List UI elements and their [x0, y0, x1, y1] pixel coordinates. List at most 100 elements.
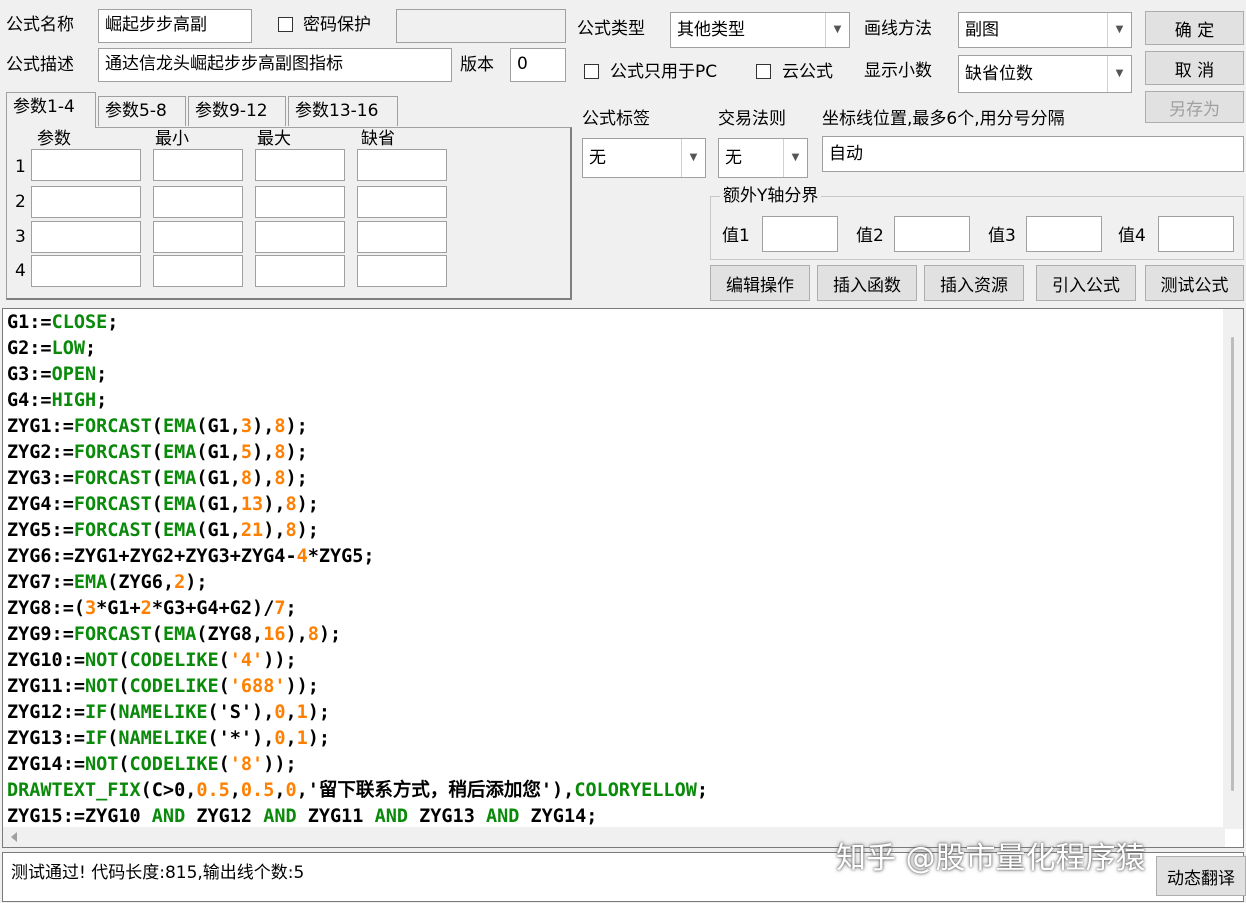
formula-tag-select[interactable]: 无 ▼ — [582, 138, 706, 178]
code-line[interactable]: G3:=OPEN; — [7, 362, 1225, 388]
dynamic-translate-button[interactable]: 动态翻译 — [1156, 856, 1246, 896]
param-1-min-input[interactable] — [153, 149, 243, 181]
formula-name-input[interactable]: 崛起步步高副 — [98, 9, 252, 43]
param-3-min-input[interactable] — [153, 221, 243, 253]
trade-rule-label: 交易法则 — [718, 109, 786, 129]
code-line[interactable]: ZYG9:=FORCAST(EMA(ZYG8,16),8); — [7, 622, 1225, 648]
code-line[interactable]: ZYG8:=(3*G1+2*G3+G4+G2)/7; — [7, 596, 1225, 622]
vertical-scrollbar[interactable] — [1223, 309, 1243, 829]
param-header-max: 最大 — [257, 129, 291, 149]
param-panel: 参数 最小 最大 缺省 1 2 3 4 — [6, 127, 572, 300]
version-input[interactable]: 0 — [510, 48, 566, 82]
tab-params-9-12[interactable]: 参数9-12 — [188, 96, 286, 126]
import-formula-button[interactable]: 引入公式 — [1036, 265, 1136, 301]
param-2-min-input[interactable] — [153, 186, 243, 218]
code-line[interactable]: ZYG14:=NOT(CODELIKE('8')); — [7, 752, 1225, 778]
decimals-value: 缺省位数 — [965, 64, 1033, 84]
yaxis-value3-label: 值3 — [988, 226, 1016, 246]
test-formula-button[interactable]: 测试公式 — [1145, 265, 1244, 301]
param-1-max-input[interactable] — [255, 149, 345, 181]
param-2-max-input[interactable] — [255, 186, 345, 218]
cloud-formula-label: 云公式 — [782, 62, 833, 82]
param-1-default-input[interactable] — [357, 149, 447, 181]
tab-params-5-8[interactable]: 参数5-8 — [98, 96, 186, 126]
param-2-default-input[interactable] — [357, 186, 447, 218]
code-line[interactable]: ZYG3:=FORCAST(EMA(G1,8),8); — [7, 466, 1225, 492]
code-line[interactable]: ZYG6:=ZYG1+ZYG2+ZYG3+ZYG4-4*ZYG5; — [7, 544, 1225, 570]
save-as-button[interactable]: 另存为 — [1145, 91, 1244, 123]
param-row-label: 3 — [15, 227, 26, 247]
code-line[interactable]: ZYG2:=FORCAST(EMA(G1,5),8); — [7, 440, 1225, 466]
formula-desc-input[interactable]: 通达信龙头崛起步步高副图指标 — [98, 48, 452, 82]
chevron-down-icon[interactable]: ▼ — [825, 13, 849, 47]
password-label: 密码保护 — [303, 15, 371, 35]
param-4-min-input[interactable] — [153, 255, 243, 287]
formula-type-label: 公式类型 — [577, 19, 645, 39]
yaxis-value3-input[interactable] — [1026, 216, 1102, 252]
code-line[interactable]: ZYG7:=EMA(ZYG6,2); — [7, 570, 1225, 596]
status-text: 测试通过! 代码长度:815,输出线个数:5 — [11, 863, 305, 883]
param-header-default: 缺省 — [361, 129, 395, 149]
scrollbar-thumb[interactable] — [1231, 337, 1234, 791]
yaxis-value2-label: 值2 — [856, 226, 884, 246]
param-4-default-input[interactable] — [357, 255, 447, 287]
param-4-name-input[interactable] — [31, 255, 141, 287]
pc-only-checkbox[interactable] — [584, 64, 599, 79]
param-3-default-input[interactable] — [357, 221, 447, 253]
trade-rule-select[interactable]: 无 ▼ — [718, 138, 808, 178]
decimals-label: 显示小数 — [864, 61, 932, 81]
trade-rule-value: 无 — [725, 148, 742, 168]
watermark: 知乎 @股市量化程序猿 — [836, 841, 1146, 876]
formula-desc-label: 公式描述 — [6, 55, 74, 75]
password-input[interactable] — [396, 9, 566, 43]
param-1-name-input[interactable] — [31, 149, 141, 181]
edit-operation-button[interactable]: 编辑操作 — [710, 265, 810, 301]
yaxis-value1-input[interactable] — [762, 216, 838, 252]
insert-resource-button[interactable]: 插入资源 — [924, 265, 1024, 301]
formula-type-select[interactable]: 其他类型 ▼ — [670, 12, 850, 48]
formula-tag-label: 公式标签 — [582, 109, 650, 129]
param-2-name-input[interactable] — [31, 186, 141, 218]
param-header-min: 最小 — [155, 129, 189, 149]
decimals-select[interactable]: 缺省位数 ▼ — [958, 55, 1132, 93]
scroll-left-icon[interactable] — [7, 827, 21, 847]
code-line[interactable]: ZYG1:=FORCAST(EMA(G1,3),8); — [7, 414, 1225, 440]
tab-params-13-16[interactable]: 参数13-16 — [288, 96, 398, 126]
param-row-label: 1 — [15, 157, 26, 177]
code-line[interactable]: G2:=LOW; — [7, 336, 1225, 362]
draw-method-select[interactable]: 副图 ▼ — [958, 12, 1132, 48]
chevron-down-icon[interactable]: ▼ — [783, 139, 807, 177]
param-4-max-input[interactable] — [255, 255, 345, 287]
code-line[interactable]: ZYG4:=FORCAST(EMA(G1,13),8); — [7, 492, 1225, 518]
code-line[interactable]: DRAWTEXT_FIX(C>0,0.5,0.5,0,'留下联系方式，稍后添加您… — [7, 778, 1225, 804]
cloud-formula-checkbox[interactable] — [756, 64, 771, 79]
axis-position-input[interactable]: 自动 — [822, 136, 1244, 172]
code-line[interactable]: ZYG10:=NOT(CODELIKE('4')); — [7, 648, 1225, 674]
password-checkbox[interactable] — [278, 17, 293, 32]
param-3-name-input[interactable] — [31, 221, 141, 253]
cancel-button[interactable]: 取 消 — [1145, 51, 1244, 85]
yaxis-value2-input[interactable] — [894, 216, 970, 252]
yaxis-value4-input[interactable] — [1158, 216, 1234, 252]
formula-type-value: 其他类型 — [677, 20, 745, 40]
param-row-label: 4 — [15, 261, 26, 281]
chevron-down-icon[interactable]: ▼ — [681, 139, 705, 177]
insert-function-button[interactable]: 插入函数 — [817, 265, 917, 301]
chevron-down-icon[interactable]: ▼ — [1107, 56, 1131, 92]
param-3-max-input[interactable] — [255, 221, 345, 253]
code-line[interactable]: ZYG13:=IF(NAMELIKE('*'),0,1); — [7, 726, 1225, 752]
tab-params-1-4[interactable]: 参数1-4 — [6, 92, 96, 128]
code-line[interactable]: G4:=HIGH; — [7, 388, 1225, 414]
axis-position-label: 坐标线位置,最多6个,用分号分隔 — [822, 109, 1065, 129]
code-line[interactable]: G1:=CLOSE; — [7, 310, 1225, 336]
code-text[interactable]: G1:=CLOSE; G2:=LOW; G3:=OPEN; G4:=HIGH; ZYG1… — [7, 310, 1225, 830]
code-line[interactable]: ZYG5:=FORCAST(EMA(G1,21),8); — [7, 518, 1225, 544]
yaxis-value4-label: 值4 — [1118, 226, 1146, 246]
draw-method-label: 画线方法 — [864, 19, 932, 39]
code-line[interactable]: ZYG11:=NOT(CODELIKE('688')); — [7, 674, 1225, 700]
code-editor[interactable]: G1:=CLOSE; G2:=LOW; G3:=OPEN; G4:=HIGH; ZYG1… — [2, 308, 1244, 848]
yaxis-value1-label: 值1 — [722, 226, 750, 246]
chevron-down-icon[interactable]: ▼ — [1107, 13, 1131, 47]
ok-button[interactable]: 确 定 — [1145, 11, 1244, 45]
code-line[interactable]: ZYG12:=IF(NAMELIKE('S'),0,1); — [7, 700, 1225, 726]
